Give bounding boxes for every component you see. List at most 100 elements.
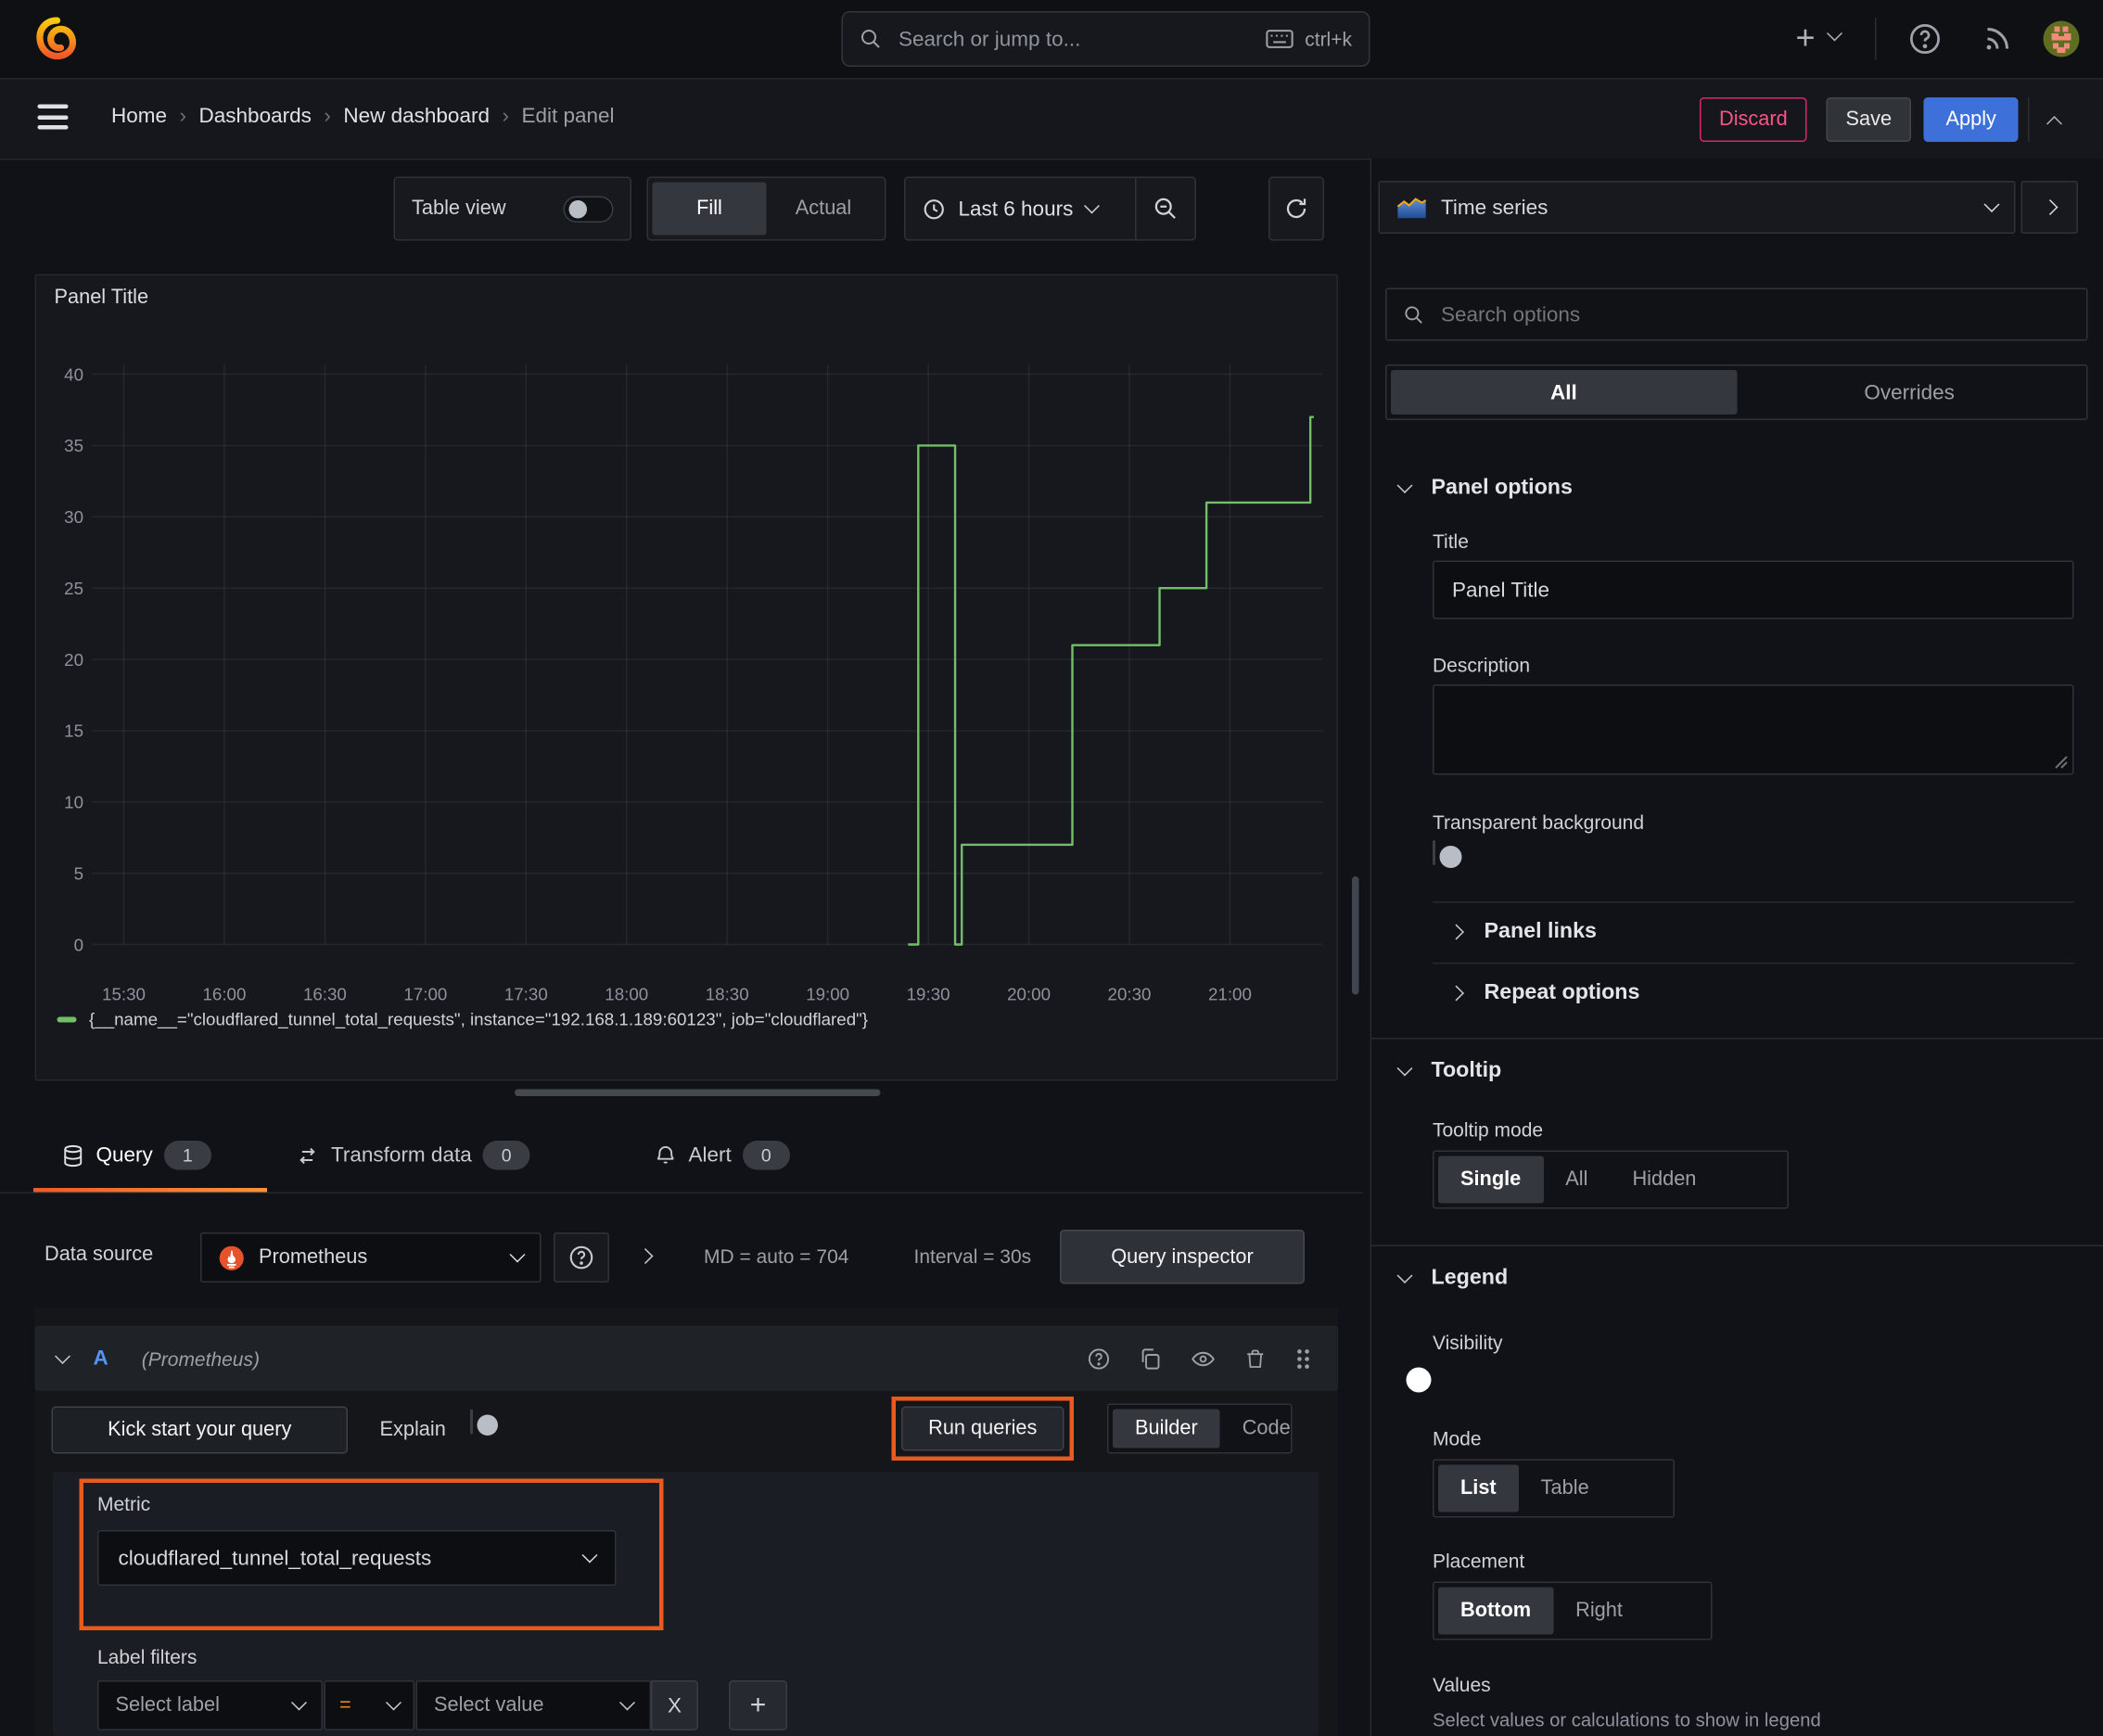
tab-overrides[interactable]: Overrides (1737, 370, 2083, 415)
svg-text:40: 40 (64, 364, 83, 384)
avatar[interactable] (2043, 20, 2080, 57)
tab-query[interactable]: Query 1 (61, 1141, 211, 1170)
datasource-select[interactable]: Prometheus (200, 1232, 542, 1283)
tooltip-single-option[interactable]: Single (1438, 1155, 1544, 1204)
actual-tab[interactable]: Actual (767, 198, 881, 220)
kick-start-query-button[interactable]: Kick start your query (51, 1406, 348, 1454)
search-icon (860, 28, 882, 50)
panel-links-section[interactable]: Panel links (1448, 919, 1597, 945)
panel-title-input[interactable] (1433, 560, 2074, 619)
time-series-chart[interactable]: 0 5 10 15 20 25 30 35 40 15:30 16:00 16:30 17:00 17:3… (36, 275, 1337, 1079)
code-tab[interactable]: Code (1220, 1410, 1313, 1449)
drag-handle-grip-icon[interactable] (1294, 1346, 1313, 1371)
menu-toggle[interactable] (37, 104, 69, 130)
panel-options-header[interactable]: Panel options (1396, 476, 1573, 501)
time-range-picker[interactable]: Last 6 hours (906, 197, 1136, 221)
add-button[interactable]: + (1786, 19, 1825, 58)
panel-preview: Panel Title 0 5 10 15 20 25 30 35 40 15:30 16:00 16… (34, 274, 1338, 1081)
svg-text:10: 10 (64, 793, 83, 812)
description-textarea[interactable] (1433, 684, 2074, 775)
remove-filter-button[interactable]: X (651, 1680, 698, 1730)
query-collapse-chevron-down-icon[interactable] (55, 1347, 70, 1364)
legend-placement-right[interactable]: Right (1553, 1588, 1645, 1635)
collapse-chevron-up-icon[interactable] (2046, 113, 2062, 132)
tab-alert-label: Alert (688, 1143, 732, 1168)
metric-select[interactable]: cloudflared_tunnel_total_requests (97, 1530, 617, 1586)
left-scrollbar-thumb[interactable] (1352, 876, 1359, 995)
breadcrumb-separator: › (179, 104, 187, 129)
resize-handle-icon[interactable] (2055, 756, 2069, 770)
explain-toggle[interactable] (470, 1409, 498, 1436)
apply-button[interactable]: Apply (1923, 97, 2019, 142)
fill-tab[interactable]: Fill (652, 182, 767, 236)
legend-placement-bottom[interactable]: Bottom (1438, 1587, 1554, 1635)
legend-header[interactable]: Legend (1396, 1266, 1508, 1291)
toggle-query-visibility-eye-icon[interactable] (1190, 1346, 1217, 1371)
chevron-down-icon (1396, 1060, 1413, 1077)
refresh-button[interactable] (1268, 176, 1324, 241)
discard-button[interactable]: Discard (1700, 97, 1807, 142)
legend-mode-table[interactable]: Table (1519, 1465, 1612, 1513)
datasource-help-button[interactable] (554, 1232, 609, 1283)
time-range-group: Last 6 hours (904, 176, 1196, 241)
tooltip-header[interactable]: Tooltip (1396, 1059, 1501, 1084)
tab-alert[interactable]: Alert 0 (654, 1141, 790, 1170)
tooltip-hidden-option[interactable]: Hidden (1610, 1156, 1718, 1204)
query-inspector-button[interactable]: Query inspector (1060, 1230, 1305, 1284)
select-label-dropdown[interactable]: Select label (97, 1680, 323, 1730)
zoom-out-icon (1154, 198, 1176, 219)
builder-tab[interactable]: Builder (1113, 1409, 1220, 1449)
save-button[interactable]: Save (1826, 97, 1912, 142)
breadcrumb-new-dashboard[interactable]: New dashboard (343, 105, 490, 129)
fill-actual-switch: Fill Actual (646, 176, 886, 241)
svg-text:21:00: 21:00 (1208, 985, 1252, 1004)
collapse-options-pane-button[interactable] (2020, 181, 2078, 234)
tooltip-mode-label: Tooltip mode (1433, 1118, 1544, 1141)
keyboard-icon (1266, 30, 1294, 49)
grafana-logo[interactable] (33, 16, 81, 63)
options-search-input[interactable] (1438, 300, 2070, 328)
delete-query-trash-icon[interactable] (1243, 1346, 1268, 1371)
panel-links-title: Panel links (1484, 919, 1597, 944)
legend-placement-label: Placement (1433, 1550, 1525, 1572)
database-icon (64, 1144, 83, 1167)
global-search-input[interactable]: ctrl+k (841, 11, 1370, 67)
legend-mode-list[interactable]: List (1438, 1464, 1519, 1513)
add-filter-button[interactable]: + (729, 1680, 787, 1730)
section-divider (1433, 901, 2074, 903)
legend-values-label: Values (1433, 1673, 1491, 1696)
repeat-options-title: Repeat options (1484, 980, 1640, 1005)
svg-text:20: 20 (64, 650, 83, 670)
options-expand-chevron-right-icon[interactable] (637, 1248, 654, 1264)
query-row-header[interactable]: A (Prometheus) (34, 1325, 1338, 1391)
query-help-icon[interactable] (1087, 1346, 1112, 1371)
query-ref-id: A (93, 1347, 108, 1371)
run-queries-button[interactable]: Run queries (901, 1406, 1064, 1451)
editor-tabs: Query 1 Transform data 0 Alert 0 (0, 1127, 1363, 1194)
legend-mode-label: Mode (1433, 1427, 1482, 1449)
help-button[interactable] (1907, 21, 1944, 57)
visualization-select[interactable]: Time series (1378, 181, 2016, 234)
news-button[interactable] (1981, 22, 2014, 56)
tooltip-mode-switch: Single All Hidden (1433, 1150, 1789, 1209)
chevron-right-icon (1448, 985, 1464, 1002)
tab-all[interactable]: All (1391, 370, 1737, 415)
duplicate-query-icon[interactable] (1138, 1346, 1163, 1371)
breadcrumb-home[interactable]: Home (111, 105, 167, 129)
repeat-options-section[interactable]: Repeat options (1448, 980, 1640, 1006)
tooltip-all-option[interactable]: All (1543, 1156, 1610, 1204)
select-value-dropdown[interactable]: Select value (415, 1680, 651, 1730)
tab-query-badge: 1 (163, 1141, 211, 1170)
transparent-background-toggle[interactable] (1433, 840, 1462, 868)
breadcrumb-dashboards[interactable]: Dashboards (199, 105, 312, 129)
svg-text:30: 30 (64, 507, 83, 527)
operator-dropdown[interactable]: = (324, 1680, 414, 1730)
legend-mode-switch: List Table (1433, 1459, 1675, 1518)
zoom-out-button[interactable] (1137, 197, 1195, 222)
table-view-toggle[interactable] (563, 195, 614, 223)
panel-resize-handle[interactable] (515, 1089, 881, 1096)
search-field[interactable] (896, 25, 1267, 53)
legend-series-label[interactable]: {__name__="cloudflared_tunnel_total_requ… (89, 1010, 868, 1029)
add-menu-chevron-down-icon[interactable] (1827, 25, 1842, 42)
tab-transform[interactable]: Transform data 0 (295, 1141, 530, 1170)
